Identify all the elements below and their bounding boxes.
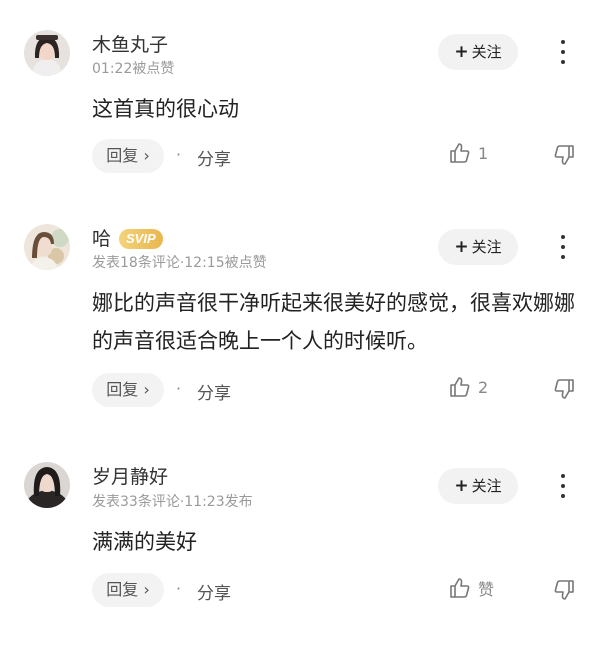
more-vertical-icon xyxy=(561,474,565,478)
dislike-button[interactable] xyxy=(552,578,578,606)
avatar[interactable] xyxy=(24,462,70,508)
share-button[interactable]: 分享 xyxy=(197,579,231,604)
username[interactable]: 岁月静好 xyxy=(92,462,168,489)
follow-button[interactable]: + 关注 xyxy=(438,468,518,504)
comment-item: 岁月静好 发表33条评论·11:23发布 + 关注 满满的美好 回复 › · 分享… xyxy=(0,0,600,647)
separator-dot: · xyxy=(176,579,182,598)
thumbs-down-icon xyxy=(554,580,574,600)
thumbs-up-icon xyxy=(450,578,470,598)
like-label: 赞 xyxy=(478,580,495,599)
follow-label: 关注 xyxy=(471,477,502,495)
like-button[interactable]: 赞 xyxy=(448,576,494,606)
comment-meta: 发表33条评论·11:23发布 xyxy=(92,494,253,510)
reply-button[interactable]: 回复 › xyxy=(92,573,164,607)
more-vertical-icon xyxy=(561,484,565,488)
username-text[interactable]: 岁月静好 xyxy=(92,466,168,488)
more-vertical-icon xyxy=(561,494,565,498)
comment-content: 满满的美好 xyxy=(92,530,197,554)
more-options-button[interactable] xyxy=(552,472,574,500)
plus-icon: + xyxy=(454,476,469,496)
